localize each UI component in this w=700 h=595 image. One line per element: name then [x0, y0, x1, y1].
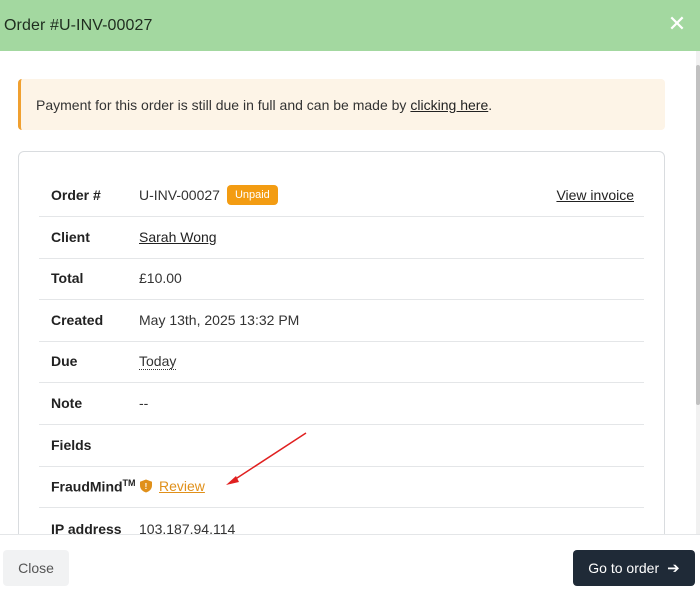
- note-value: --: [139, 395, 149, 412]
- go-to-order-button[interactable]: Go to order ➔: [573, 550, 695, 586]
- modal-header: Order #U-INV-00027 ✕: [0, 0, 700, 51]
- order-details-card: Order # U-INV-00027 Unpaid View invoice …: [18, 151, 665, 534]
- view-invoice-link[interactable]: View invoice: [556, 187, 634, 203]
- modal-body[interactable]: Payment for this order is still due in f…: [0, 51, 696, 534]
- modal-footer: Close Go to order ➔: [0, 534, 700, 595]
- client-label: Client: [51, 229, 90, 246]
- total-value: £10.00: [139, 270, 182, 287]
- ip-label: IP address: [51, 520, 122, 534]
- alert-suffix: .: [488, 96, 493, 113]
- payment-due-alert: Payment for this order is still due in f…: [18, 79, 665, 130]
- svg-text:!: !: [145, 482, 148, 491]
- row-due: Due Today: [39, 341, 644, 383]
- scrollbar[interactable]: [696, 51, 700, 534]
- row-total: Total £10.00: [39, 258, 644, 300]
- order-number-value: U-INV-00027: [139, 187, 220, 204]
- created-label: Created: [51, 312, 104, 329]
- modal-title: Order #U-INV-00027: [4, 16, 153, 34]
- row-order-number: Order # U-INV-00027 Unpaid View invoice: [39, 175, 644, 217]
- status-badge: Unpaid: [226, 185, 278, 206]
- trademark: TM: [122, 477, 136, 488]
- row-note: Note --: [39, 383, 644, 425]
- alert-text: Payment for this order is still due in f…: [36, 96, 407, 113]
- row-fraudmind: FraudMindTM ! Review: [39, 466, 644, 508]
- total-label: Total: [51, 270, 84, 287]
- fields-label: Fields: [51, 437, 92, 454]
- order-number-label: Order #: [51, 187, 101, 204]
- go-to-order-label: Go to order: [588, 560, 660, 576]
- close-icon[interactable]: ✕: [666, 13, 688, 35]
- shield-icon: !: [140, 479, 152, 493]
- arrow-right-icon: ➔: [667, 560, 680, 577]
- close-button[interactable]: Close: [3, 550, 69, 586]
- client-link[interactable]: Sarah Wong: [139, 229, 217, 245]
- fraudmind-label: FraudMindTM: [39, 478, 139, 495]
- fraud-review-link[interactable]: Review: [159, 478, 205, 494]
- pay-link[interactable]: clicking here: [410, 97, 488, 113]
- due-label: Due: [51, 353, 78, 370]
- row-ip-address: IP address 103.187.94.114: [39, 508, 644, 534]
- scrollbar-thumb[interactable]: [696, 65, 700, 405]
- created-value: May 13th, 2025 13:32 PM: [139, 312, 300, 329]
- row-client: Client Sarah Wong: [39, 217, 644, 259]
- due-value[interactable]: Today: [139, 353, 177, 370]
- fraudmind-label-text: FraudMind: [51, 478, 123, 495]
- ip-value: 103.187.94.114: [139, 520, 236, 534]
- note-label: Note: [51, 395, 83, 412]
- row-created: Created May 13th, 2025 13:32 PM: [39, 300, 644, 342]
- row-fields: Fields: [39, 425, 644, 467]
